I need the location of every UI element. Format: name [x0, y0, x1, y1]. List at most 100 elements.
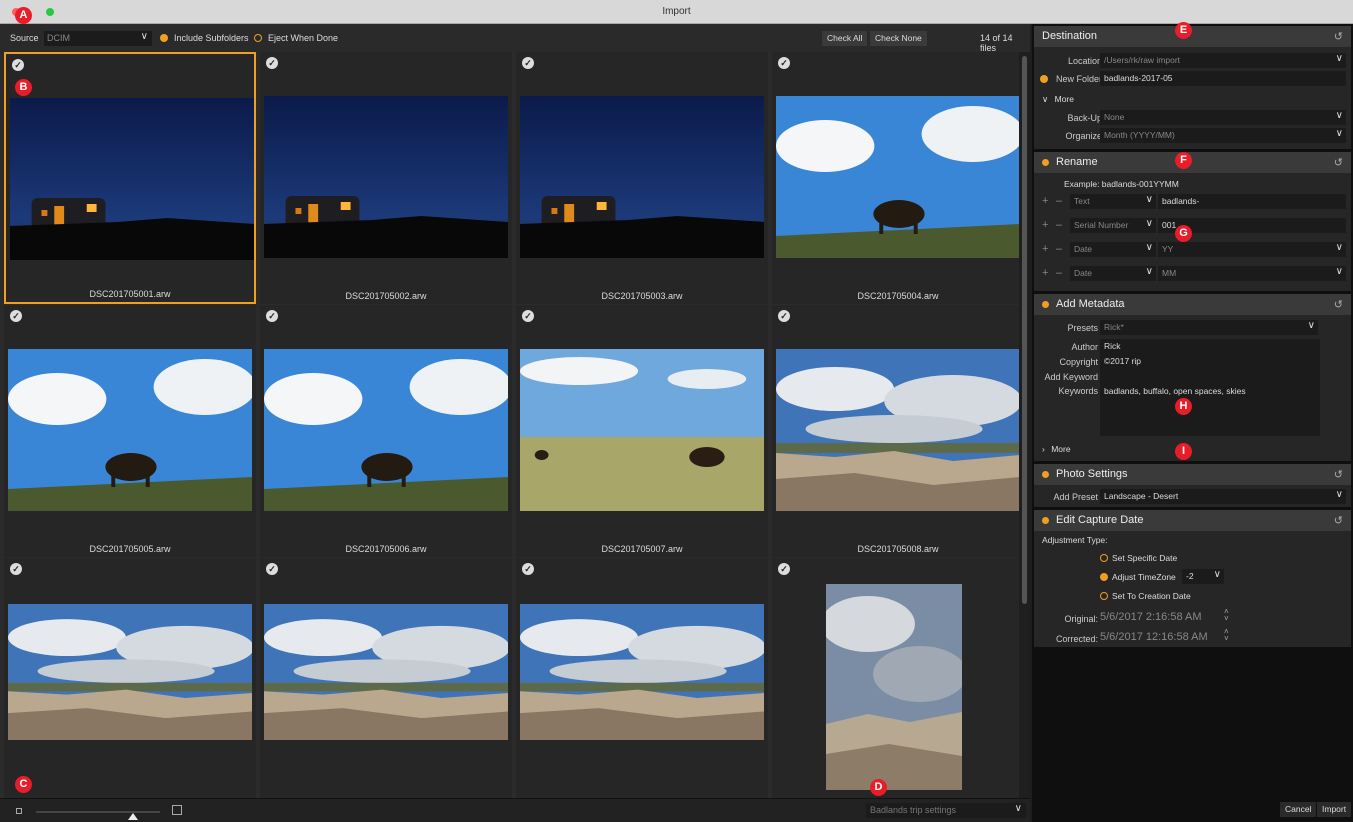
new-folder-input[interactable]: badlands-2017-05	[1100, 71, 1346, 86]
thumbnail-cell[interactable]: ✓ DSC201705006.arw	[260, 305, 512, 557]
rename-token-value-field[interactable]: YY ∨	[1158, 242, 1346, 257]
import-preset-dropdown[interactable]: Badlands trip settings ∨	[866, 803, 1026, 818]
checkmark-icon[interactable]: ✓	[266, 563, 278, 575]
thumbnail-cell[interactable]: ✓ DSC201705004.arw	[772, 52, 1024, 304]
thumbnail-cell[interactable]: ✓ DSC201705001.arw	[4, 52, 256, 304]
checkmark-icon[interactable]: ✓	[10, 310, 22, 322]
reset-icon[interactable]: ↺	[1334, 514, 1343, 527]
grid-scrollbar[interactable]	[1019, 52, 1030, 798]
thumbnail-image[interactable]	[10, 98, 254, 260]
original-stepper-icon[interactable]: ˄ ˅	[1224, 608, 1229, 623]
slider-handle-icon[interactable]	[128, 813, 138, 820]
checkmark-icon[interactable]: ✓	[778, 310, 790, 322]
thumbnail-cell[interactable]: ✓	[260, 558, 512, 798]
reset-icon[interactable]: ↺	[1334, 298, 1343, 311]
callout-badge-b: B	[15, 79, 32, 96]
author-input[interactable]: Rick	[1100, 339, 1320, 354]
add-row-icon[interactable]: +	[1042, 243, 1048, 255]
thumbnail-cell[interactable]: ✓ DSC201705003.arw	[516, 52, 768, 304]
add-row-icon[interactable]: +	[1042, 195, 1048, 207]
checkmark-icon[interactable]: ✓	[10, 563, 22, 575]
set-creation-date-radio[interactable]	[1100, 592, 1108, 600]
checkmark-icon[interactable]: ✓	[12, 59, 24, 71]
thumbnail-image[interactable]	[520, 96, 764, 258]
cancel-button[interactable]: Cancel	[1280, 802, 1317, 817]
rename-header[interactable]: Rename ↺	[1034, 152, 1351, 173]
adjust-timezone-radio[interactable]	[1100, 573, 1108, 581]
scrollbar-thumb[interactable]	[1022, 56, 1027, 604]
thumbnail-cell[interactable]: ✓ DSC201705008.arw	[772, 305, 1024, 557]
thumbnail-image[interactable]	[8, 604, 252, 740]
checkmark-icon[interactable]: ✓	[778, 563, 790, 575]
presets-dropdown[interactable]: Rick* ∨	[1100, 320, 1318, 335]
rename-token-value-field[interactable]: badlands-	[1158, 194, 1346, 209]
thumbnail-image[interactable]	[264, 96, 508, 258]
add-row-icon[interactable]: +	[1042, 219, 1048, 231]
reset-icon[interactable]: ↺	[1334, 156, 1343, 169]
source-dropdown[interactable]: DCIM ∨	[44, 31, 152, 46]
checkmark-icon[interactable]: ✓	[522, 57, 534, 69]
thumbnail-image[interactable]	[8, 349, 252, 511]
rename-token-type-dropdown[interactable]: Date ∨	[1070, 266, 1156, 281]
set-specific-date-radio[interactable]	[1100, 554, 1108, 562]
remove-row-icon[interactable]: –	[1056, 243, 1062, 255]
check-all-button[interactable]: Check All	[822, 31, 868, 46]
thumbnail-cell[interactable]: ✓	[4, 558, 256, 798]
remove-row-icon[interactable]: –	[1056, 219, 1062, 231]
thumbnail-image[interactable]	[520, 604, 764, 740]
keywords-textarea[interactable]: badlands, buffalo, open spaces, skies	[1100, 384, 1320, 436]
timezone-dropdown[interactable]: -2 ∨	[1182, 569, 1224, 584]
corrected-stepper-icon[interactable]: ˄ ˅	[1224, 628, 1229, 643]
checkmark-icon[interactable]: ✓	[266, 57, 278, 69]
thumbnail-cell[interactable]: ✓ DSC201705002.arw	[260, 52, 512, 304]
remove-row-icon[interactable]: –	[1056, 195, 1062, 207]
backup-dropdown[interactable]: None ∨	[1100, 110, 1346, 125]
thumbnail-cell[interactable]: ✓ DSC201705007.arw	[516, 305, 768, 557]
import-button[interactable]: Import	[1317, 802, 1352, 817]
metadata-more-toggle[interactable]: › More	[1042, 444, 1071, 454]
rename-token-value-field[interactable]: MM ∨	[1158, 266, 1346, 281]
remove-row-icon[interactable]: –	[1056, 267, 1062, 279]
thumbnail-image[interactable]	[776, 96, 1020, 258]
rename-token-type: Text	[1074, 196, 1090, 206]
check-none-button[interactable]: Check None	[870, 31, 927, 46]
metadata-enabled-icon[interactable]	[1042, 301, 1049, 308]
include-subfolders-toggle[interactable]	[160, 34, 168, 42]
checkmark-icon[interactable]: ✓	[522, 310, 534, 322]
location-dropdown[interactable]: /Users/rk/raw import ∨	[1100, 53, 1346, 68]
thumbnail-image[interactable]	[264, 604, 508, 740]
capture-date-header[interactable]: Edit Capture Date ↺	[1034, 510, 1351, 531]
destination-header[interactable]: Destination ↺	[1034, 26, 1351, 47]
thumbnail-size-slider[interactable]	[36, 811, 160, 820]
reset-icon[interactable]: ↺	[1334, 468, 1343, 481]
metadata-header[interactable]: Add Metadata ↺	[1034, 294, 1351, 315]
add-keyword-input[interactable]	[1100, 369, 1320, 384]
thumbnail-image[interactable]	[264, 349, 508, 511]
thumbnail-cell[interactable]: ✓ DSC201705005.arw	[4, 305, 256, 557]
rename-token-type-dropdown[interactable]: Date ∨	[1070, 242, 1156, 257]
thumbnail-grid: ✓ DSC201705001.arw ✓ DSC201705002.arw ✓	[0, 52, 1030, 798]
thumbnail-image[interactable]	[776, 349, 1020, 511]
thumbnail-image[interactable]	[826, 584, 962, 790]
rename-token-type-dropdown[interactable]: Serial Number ∨	[1070, 218, 1156, 233]
checkmark-icon[interactable]: ✓	[522, 563, 534, 575]
photo-settings-header[interactable]: Photo Settings ↺	[1034, 464, 1351, 485]
thumbnail-cell[interactable]: ✓	[772, 558, 1024, 798]
thumbnail-cell[interactable]: ✓	[516, 558, 768, 798]
capture-date-enabled-icon[interactable]	[1042, 517, 1049, 524]
rename-token-value: YY	[1162, 244, 1174, 254]
checkmark-icon[interactable]: ✓	[266, 310, 278, 322]
rename-token-type-dropdown[interactable]: Text ∨	[1070, 194, 1156, 209]
copyright-input[interactable]: ©2017 rip	[1100, 354, 1320, 369]
more-toggle[interactable]: ∨ More	[1042, 94, 1074, 105]
reset-icon[interactable]: ↺	[1334, 30, 1343, 43]
checkmark-icon[interactable]: ✓	[778, 57, 790, 69]
rename-enabled-icon[interactable]	[1042, 159, 1049, 166]
thumbnail-image[interactable]	[520, 349, 764, 511]
callout-badge-g: G	[1175, 225, 1192, 242]
add-row-icon[interactable]: +	[1042, 267, 1048, 279]
add-preset-dropdown[interactable]: Landscape - Desert ∨	[1100, 489, 1346, 504]
organize-dropdown[interactable]: Month (YYYY/MM) ∨	[1100, 128, 1346, 143]
eject-when-done-toggle[interactable]	[254, 34, 262, 42]
photo-settings-enabled-icon[interactable]	[1042, 471, 1049, 478]
